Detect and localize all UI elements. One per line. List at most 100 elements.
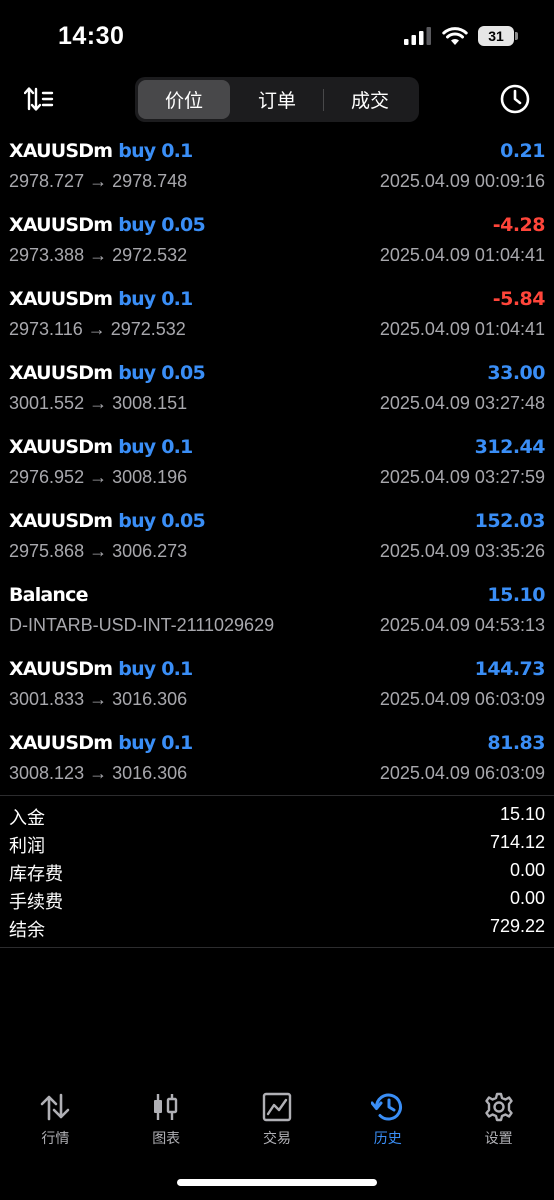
deal-profit: 15.10 (487, 584, 545, 606)
summary-balance-row: 结余 729.22 (0, 914, 554, 942)
deal-row[interactable]: XAUUSDm buy 0.1 0.21 2978.727 → 2978.748 … (0, 136, 554, 210)
deal-symbol: XAUUSDm (9, 510, 113, 532)
deal-profit: 81.83 (487, 732, 545, 754)
deal-time: 2025.04.09 03:35:26 (379, 541, 545, 561)
deal-symbol: XAUUSDm (9, 288, 113, 310)
deal-symbol: XAUUSDm (9, 436, 113, 458)
deal-row[interactable]: XAUUSDm buy 0.05 -4.28 2973.388 → 2972.53… (0, 210, 554, 284)
summary-deposit-row: 入金 15.10 (0, 802, 554, 830)
deal-side: buy 0.05 (118, 510, 205, 532)
deal-side: buy 0.1 (118, 140, 193, 162)
battery-icon: 31 (478, 26, 518, 46)
summary-top-divider (0, 795, 554, 796)
summary-bottom-divider (0, 947, 554, 948)
tab-label: 设置 (484, 1130, 513, 1146)
deal-side: buy 0.1 (118, 732, 193, 754)
tab-quotes[interactable]: 行情 (0, 1090, 111, 1150)
deal-profit: 0.21 (500, 140, 545, 162)
status-indicators: 31 (404, 26, 518, 46)
deal-prices: 3001.833 → 3016.306 (9, 689, 188, 709)
deal-row[interactable]: XAUUSDm buy 0.1 81.83 3008.123 → 3016.306… (0, 728, 554, 802)
deal-row[interactable]: XAUUSDm buy 0.1 312.44 2976.952 → 3008.19… (0, 432, 554, 506)
bottom-tab-bar: 行情 图表 交易 历史 设置 (0, 1090, 554, 1150)
settings-gear-icon (484, 1092, 513, 1122)
tab-history[interactable]: 历史 (332, 1090, 443, 1150)
deal-prices: 2978.727 → 2978.748 (9, 171, 188, 191)
balance-row[interactable]: Balance 15.10 D-INTARB-USD-INT-211102962… (0, 580, 554, 654)
trade-chart-icon (262, 1092, 292, 1122)
account-summary: 入金 15.10 利润 714.12 库存费 0.00 手续费 0.00 结余 … (0, 802, 554, 942)
tab-label: 历史 (373, 1130, 402, 1146)
summary-label: 手续费 (9, 892, 63, 912)
balance-comment: D-INTARB-USD-INT-2111029629 (9, 615, 275, 635)
cellular-signal-icon (404, 27, 431, 45)
deal-row[interactable]: XAUUSDm buy 0.1 -5.84 2973.116 → 2972.532… (0, 284, 554, 358)
home-indicator (177, 1179, 377, 1186)
deal-prices: 2973.116 → 2972.532 (9, 319, 186, 339)
deal-time: 2025.04.09 06:03:09 (379, 689, 545, 709)
segment-deals[interactable]: 成交 (324, 80, 416, 119)
segment-orders-label: 订单 (257, 91, 296, 112)
tab-settings[interactable]: 设置 (443, 1090, 554, 1150)
deal-side: buy 0.1 (118, 288, 193, 310)
clock-icon (500, 84, 530, 114)
summary-value: 729.22 (489, 916, 545, 936)
deal-symbol: Balance (9, 584, 89, 606)
deal-profit: -5.84 (492, 288, 546, 310)
deal-profit: 144.73 (474, 658, 546, 680)
deal-symbol: XAUUSDm (9, 140, 113, 162)
history-clock-icon (370, 1093, 402, 1121)
candlestick-chart-icon (154, 1094, 178, 1120)
summary-label: 库存费 (9, 864, 63, 884)
wifi-icon (442, 27, 468, 45)
deal-time: 2025.04.09 06:03:09 (379, 763, 545, 783)
summary-value: 714.12 (489, 832, 545, 852)
deal-list: XAUUSDm buy 0.1 0.21 2978.727 → 2978.748 … (0, 136, 554, 802)
deal-prices: 2975.868 → 3006.273 (9, 541, 188, 561)
summary-swap-row: 库存费 0.00 (0, 858, 554, 886)
deal-profit: -4.28 (492, 214, 546, 236)
deal-time: 2025.04.09 03:27:48 (379, 393, 545, 413)
deal-profit: 33.00 (487, 362, 545, 384)
deal-time: 2025.04.09 04:53:13 (379, 615, 545, 635)
deal-symbol: XAUUSDm (9, 658, 113, 680)
tab-label: 图表 (152, 1130, 181, 1146)
summary-label: 利润 (9, 836, 45, 856)
deal-prices: 2976.952 → 3008.196 (9, 467, 188, 487)
deal-prices: 2973.388 → 2972.532 (9, 245, 188, 265)
history-toolbar: 价位 订单 成交 (0, 74, 554, 124)
deal-prices: 3008.123 → 3016.306 (9, 763, 188, 783)
tab-label: 交易 (262, 1130, 291, 1146)
summary-label: 结余 (9, 920, 45, 940)
deal-row[interactable]: XAUUSDm buy 0.05 33.00 3001.552 → 3008.15… (0, 358, 554, 432)
deal-time: 2025.04.09 00:09:16 (379, 171, 545, 191)
period-button[interactable] (498, 82, 532, 116)
deal-prices: 3001.552 → 3008.151 (9, 393, 188, 413)
tab-charts[interactable]: 图表 (111, 1090, 222, 1150)
tab-trade[interactable]: 交易 (222, 1090, 333, 1150)
battery-level: 31 (488, 28, 504, 44)
summary-commission-row: 手续费 0.00 (0, 886, 554, 914)
summary-profit-row: 利润 714.12 (0, 830, 554, 858)
deal-row[interactable]: XAUUSDm buy 0.1 144.73 3001.833 → 3016.30… (0, 654, 554, 728)
segment-orders[interactable]: 订单 (231, 80, 323, 119)
quotes-arrows-icon (41, 1093, 70, 1121)
view-segmented-control: 价位 订单 成交 (135, 77, 419, 122)
deal-profit: 312.44 (474, 436, 546, 458)
sort-button[interactable] (22, 83, 56, 115)
segment-deals-label: 成交 (350, 91, 389, 112)
deal-side: buy 0.1 (118, 658, 193, 680)
deal-profit: 152.03 (474, 510, 546, 532)
deal-symbol: XAUUSDm (9, 362, 113, 384)
deal-row[interactable]: XAUUSDm buy 0.05 152.03 2975.868 → 3006.2… (0, 506, 554, 580)
summary-label: 入金 (9, 808, 45, 828)
history-screen: 14:30 31 价位 订单 成交 XAUUSDm buy 0.1 0.21 2… (0, 0, 554, 1200)
tab-label: 行情 (41, 1130, 70, 1146)
segment-price[interactable]: 价位 (138, 80, 230, 119)
status-time: 14:30 (58, 22, 125, 50)
summary-value: 0.00 (509, 888, 545, 908)
deal-side: buy 0.05 (118, 362, 205, 384)
status-bar: 14:30 31 (0, 0, 554, 72)
summary-value: 15.10 (499, 804, 545, 824)
deal-time: 2025.04.09 03:27:59 (379, 467, 545, 487)
